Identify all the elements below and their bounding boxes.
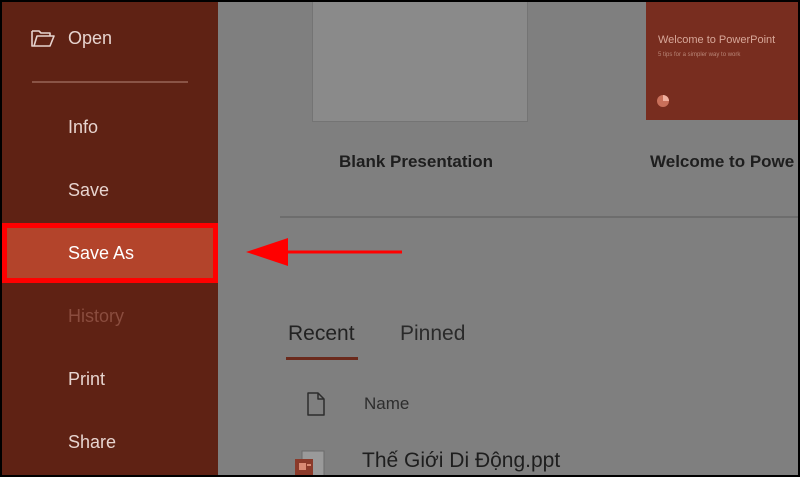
sidebar-item-label: Print [68,368,106,389]
active-tab-indicator [286,357,358,360]
blank-presentation-label[interactable]: Blank Presentation [339,152,493,172]
sidebar-item-label: Share [68,431,117,452]
tab-recent[interactable]: Recent [288,322,355,346]
powerpoint-logo-icon [657,95,669,107]
sidebar-item-label: Open [68,27,113,48]
file-name: Thế Giới Di Động.ppt [362,449,561,472]
sidebar-item-history: History [2,288,218,344]
welcome-template-thumbnail[interactable]: Welcome to PowerPoint 5 tips for a simpl… [646,2,798,120]
arrow-left-icon [246,238,402,266]
backstage-main: Welcome to PowerPoint 5 tips for a simpl… [218,2,798,475]
blank-presentation-thumbnail[interactable] [312,2,528,122]
sidebar-divider [32,81,188,83]
sidebar-item-label: Info [68,116,99,137]
sidebar-item-open[interactable]: Open [2,10,218,66]
sidebar-item-print[interactable]: Print [2,351,218,407]
section-divider [280,216,798,218]
sidebar-item-label: History [68,305,125,326]
sidebar-item-label: Save As [68,242,135,263]
tab-pinned[interactable]: Pinned [400,322,465,346]
powerpoint-file-icon [295,450,325,475]
backstage-view: Open Info Save Save As History Print Sha… [0,0,800,477]
sidebar-item-save-as[interactable]: Save As [2,223,218,283]
sidebar-item-info[interactable]: Info [2,99,218,155]
sidebar-item-label: Save [68,179,110,200]
column-header-name[interactable]: Name [364,394,409,414]
document-icon [307,392,325,416]
backstage-sidebar: Open Info Save Save As History Print Sha… [2,2,218,475]
folder-open-icon [31,30,55,47]
welcome-thumb-title: Welcome to PowerPoint [658,34,776,46]
sidebar-item-share[interactable]: Share [2,414,218,470]
welcome-template-label[interactable]: Welcome to Powe [650,152,794,172]
sidebar-item-save[interactable]: Save [2,162,218,218]
welcome-thumb-subtitle: 5 tips for a simpler way to work [658,52,741,58]
